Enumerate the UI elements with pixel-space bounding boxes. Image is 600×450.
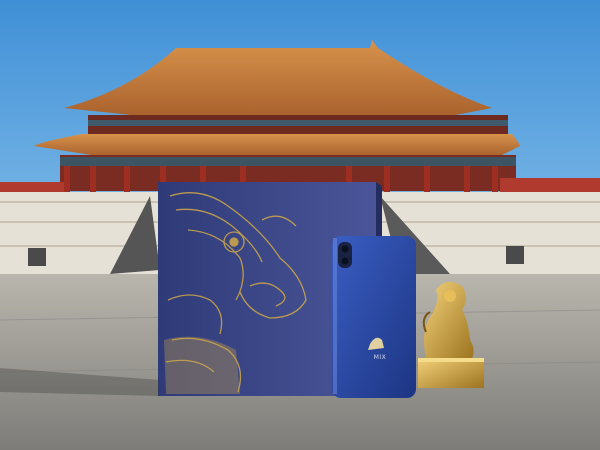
phone-brand-label: MIX [373,354,387,361]
upper-hall-beam [88,120,508,126]
scene-illustration [0,40,600,450]
lower-roof [34,134,520,156]
photo-scene: MIX [0,0,600,450]
blue-smartphone [332,236,416,398]
upper-roof [64,40,492,118]
